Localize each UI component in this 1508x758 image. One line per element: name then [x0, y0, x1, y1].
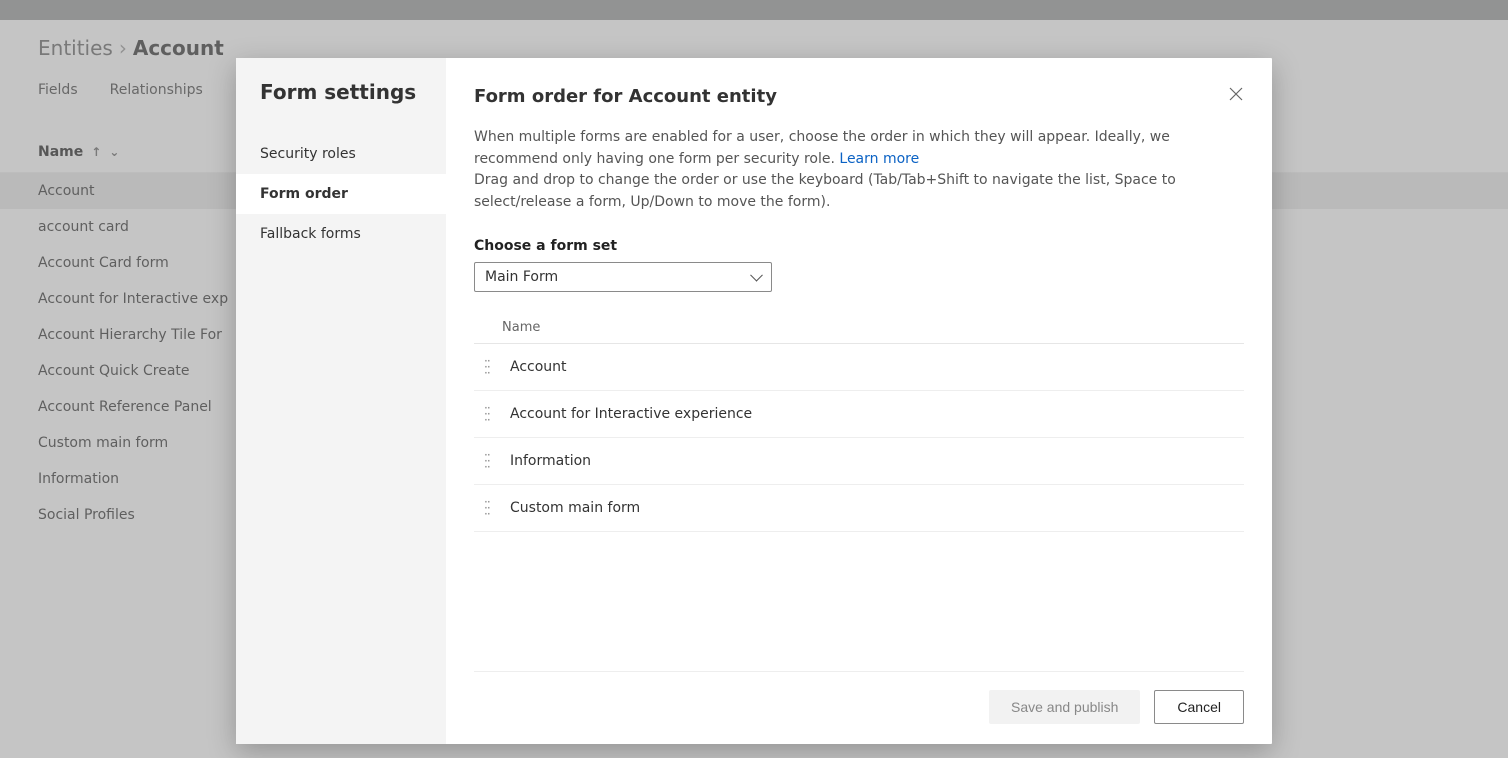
drag-handle-icon[interactable]: ······ — [484, 499, 492, 517]
form-name: Account for Interactive experience — [510, 406, 752, 422]
form-set-label: Choose a form set — [474, 238, 1244, 254]
save-and-publish-button[interactable]: Save and publish — [989, 690, 1140, 724]
drag-handle-icon[interactable]: ······ — [484, 358, 492, 376]
drag-handle-icon[interactable]: ······ — [484, 405, 492, 423]
form-order-row[interactable]: ······ Information — [474, 438, 1244, 485]
form-name: Custom main form — [510, 500, 640, 516]
form-set-select[interactable]: Main Form — [474, 262, 772, 292]
cancel-button[interactable]: Cancel — [1154, 690, 1244, 724]
form-order-row[interactable]: ······ Account — [474, 344, 1244, 391]
form-name: Account — [510, 359, 567, 375]
form-order-row[interactable]: ······ Custom main form — [474, 485, 1244, 532]
close-button[interactable] — [1222, 80, 1250, 108]
drag-handle-icon[interactable]: ······ — [484, 452, 492, 470]
sidebar-item[interactable]: Fallback forms — [236, 214, 446, 254]
desc-text-2: Drag and drop to change the order or use… — [474, 172, 1176, 210]
sidebar-item[interactable]: Security roles — [236, 134, 446, 174]
panel-title: Form settings — [236, 80, 446, 134]
form-order-row[interactable]: ······ Account for Interactive experience — [474, 391, 1244, 438]
form-set-value: Main Form — [485, 269, 558, 285]
form-name: Information — [510, 453, 591, 469]
learn-more-link[interactable]: Learn more — [839, 151, 919, 167]
desc-text-1: When multiple forms are enabled for a us… — [474, 129, 1170, 167]
close-icon — [1228, 86, 1244, 102]
dialog-description: When multiple forms are enabled for a us… — [474, 127, 1244, 214]
dialog-title: Form order for Account entity — [474, 86, 1244, 107]
sidebar-item[interactable]: Form order — [236, 174, 446, 214]
form-list-header-name: Name — [474, 312, 1244, 344]
